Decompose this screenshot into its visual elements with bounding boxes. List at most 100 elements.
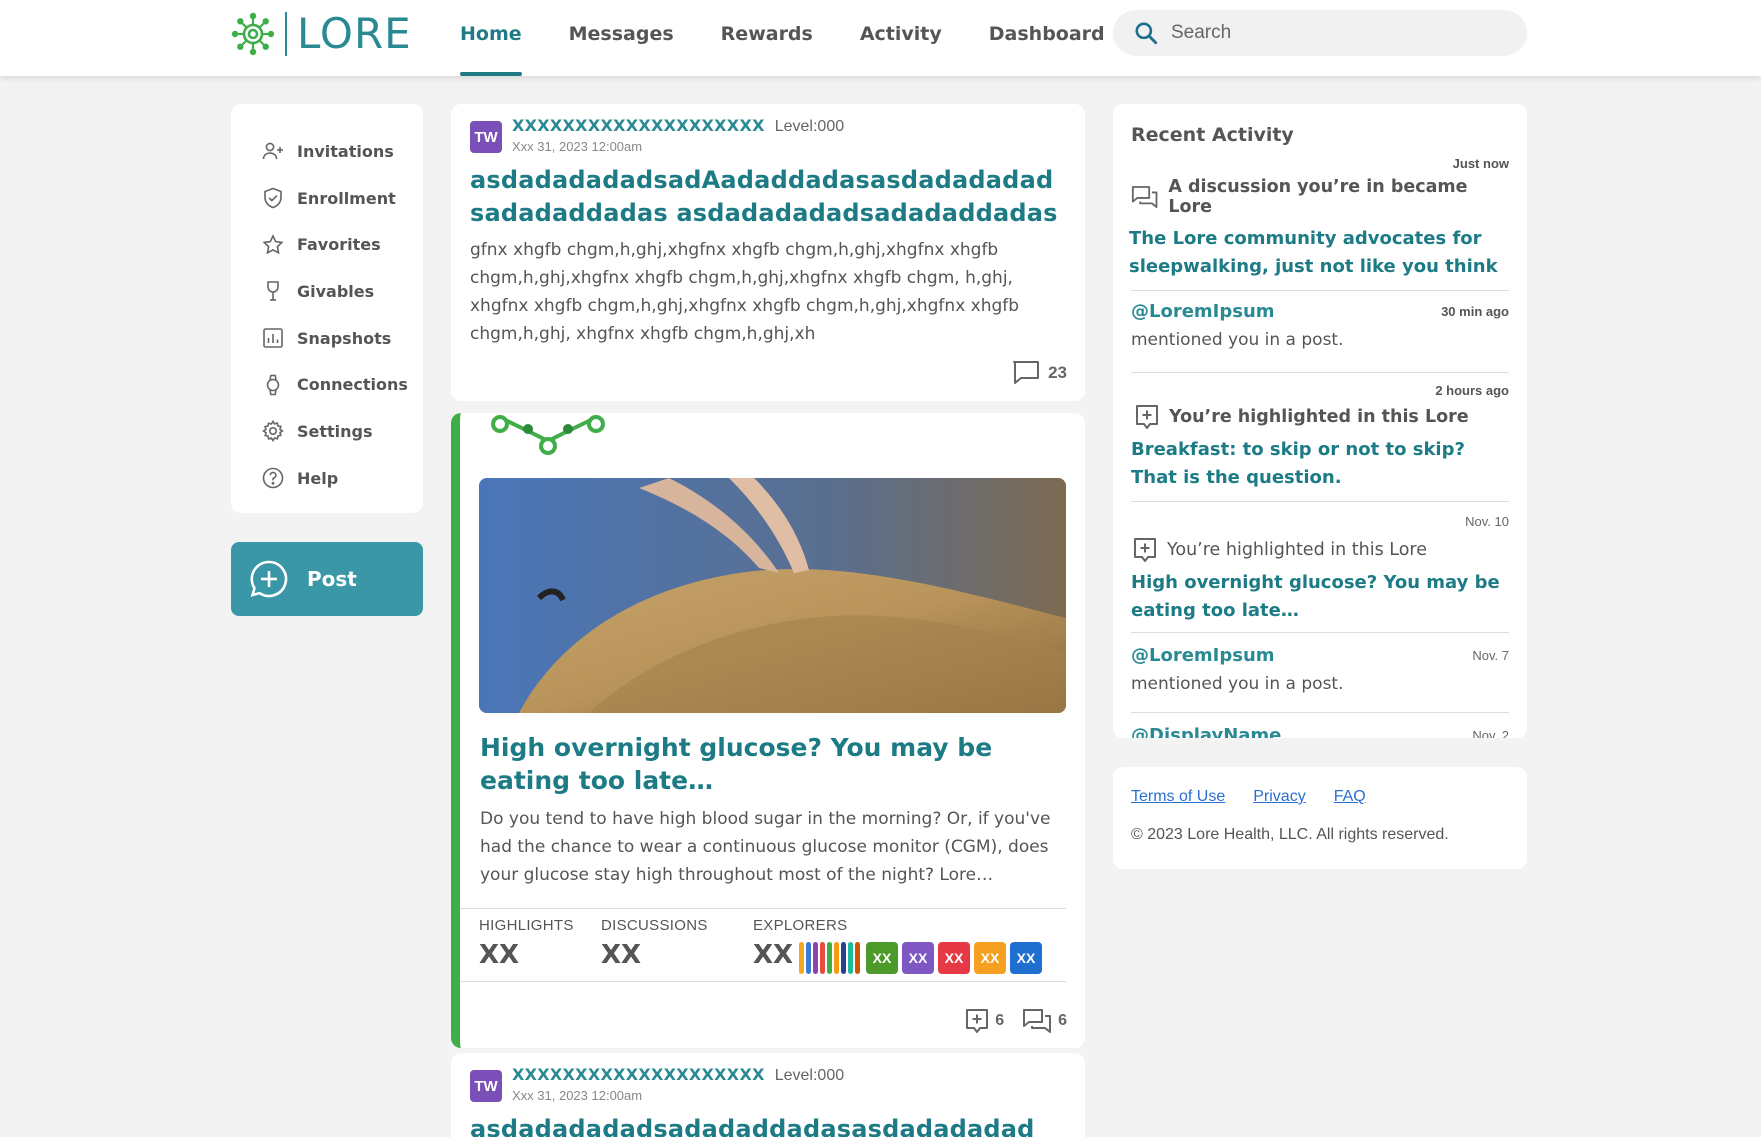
nav-dashboard[interactable]: Dashboard <box>989 0 1105 76</box>
explorer-avatar-stack <box>855 942 860 974</box>
post-author[interactable]: XXXXXXXXXXXXXXXXXXXX <box>512 116 765 135</box>
activity-user[interactable]: @LoremIpsum <box>1131 301 1275 322</box>
post-title[interactable]: asdadadadadsadadaddadasasdadadadad <box>470 1113 1067 1137</box>
logo-wordmark: LORE <box>297 9 412 58</box>
recent-activity-title: Recent Activity <box>1131 124 1294 146</box>
comment-button[interactable]: 23 <box>1012 360 1067 386</box>
activity-link[interactable]: High overnight glucose? You may be eatin… <box>1131 569 1509 625</box>
copyright-text: © 2023 Lore Health, LLC. All rights rese… <box>1131 826 1449 843</box>
explorer-avatar-stack <box>813 942 818 974</box>
activity-time: Nov. 10 <box>1465 514 1509 529</box>
activity-header: You’re highlighted in this Lore <box>1135 404 1509 430</box>
sidebar-item-favorites[interactable]: Favorites <box>231 221 423 268</box>
post-header: TW XXXXXXXXXXXXXXXXXXXX Level:000 Xxx 31… <box>470 1065 1067 1103</box>
sidebar-item-settings[interactable]: Settings <box>231 408 423 455</box>
footer-links: Terms of Use Privacy FAQ <box>1131 788 1509 806</box>
nav-activity[interactable]: Activity <box>860 0 942 76</box>
sidebar-item-enrollment[interactable]: Enrollment <box>231 175 423 222</box>
activity-item[interactable]: Just now A discussion you’re in became L… <box>1129 146 1509 291</box>
search-input[interactable] <box>1171 22 1511 44</box>
activity-message: mentioned you in a post. <box>1131 674 1344 694</box>
activity-item[interactable]: @DisplayName Nov. 2 <box>1131 713 1509 738</box>
activity-item[interactable]: Nov. 10 You’re highlighted in this Lore … <box>1131 502 1509 633</box>
sidebar-item-label: Favorites <box>297 235 381 255</box>
post-author[interactable]: XXXXXXXXXXXXXXXXXXXX <box>512 1065 765 1084</box>
explorer-avatar[interactable]: XX <box>902 942 934 974</box>
explorer-avatar-stack <box>834 942 839 974</box>
nav-messages[interactable]: Messages <box>569 0 674 76</box>
post-button[interactable]: Post <box>231 542 423 616</box>
shield-check-icon <box>260 185 286 211</box>
search-icon <box>1135 22 1158 45</box>
discussion-icon <box>1131 186 1158 208</box>
avatar[interactable]: TW <box>470 121 502 153</box>
sidebar-item-label: Invitations <box>297 141 394 161</box>
help-icon <box>260 465 286 491</box>
sidebar-menu: Invitations Enrollment Favorites Givable… <box>231 104 423 513</box>
activity-user[interactable]: @DisplayName <box>1131 725 1281 738</box>
discussion-button[interactable]: 6 <box>1022 1008 1067 1034</box>
lore-title[interactable]: High overnight glucose? You may be eatin… <box>480 731 1040 797</box>
terms-link[interactable]: Terms of Use <box>1131 788 1225 806</box>
activity-item[interactable]: @LoremIpsum 30 min ago mentioned you in … <box>1131 291 1509 373</box>
sidebar-item-label: Connections <box>297 375 408 395</box>
sidebar-item-connections[interactable]: Connections <box>231 361 423 408</box>
activity-time: Nov. 7 <box>1472 648 1509 663</box>
activity-item[interactable]: 2 hours ago You’re highlighted in this L… <box>1131 373 1509 502</box>
lore-cover-image <box>479 478 1066 713</box>
lore-excerpt: Do you tend to have high blood sugar in … <box>480 809 1051 885</box>
search-bar[interactable] <box>1113 10 1527 56</box>
feed-post[interactable]: TW XXXXXXXXXXXXXXXXXXXX Level:000 Xxx 31… <box>451 1053 1085 1137</box>
explorer-avatar-stack <box>806 942 811 974</box>
avatar[interactable]: TW <box>470 1070 502 1102</box>
main-nav: Home Messages Rewards Activity Dashboard <box>460 0 1152 76</box>
explorer-avatar[interactable]: XX <box>866 942 898 974</box>
sidebar-item-label: Settings <box>297 421 373 441</box>
sidebar-item-givables[interactable]: Givables <box>231 268 423 315</box>
activity-user[interactable]: @LoremIpsum <box>1131 645 1275 666</box>
feed-post[interactable]: TW XXXXXXXXXXXXXXXXXXXX Level:000 Xxx 31… <box>451 104 1085 401</box>
explorer-avatar[interactable]: XX <box>938 942 970 974</box>
explorer-avatar-stack <box>799 942 804 974</box>
trophy-icon <box>260 278 286 304</box>
post-meta: XXXXXXXXXXXXXXXXXXXX Level:000 Xxx 31, 2… <box>512 1065 844 1103</box>
add-person-icon <box>260 138 286 164</box>
logo-divider <box>285 12 287 56</box>
explorer-avatar[interactable]: XX <box>974 942 1006 974</box>
privacy-link[interactable]: Privacy <box>1253 788 1305 806</box>
star-icon <box>260 232 286 258</box>
sidebar-item-help[interactable]: Help <box>231 455 423 502</box>
lore-card[interactable]: High overnight glucose? You may be eatin… <box>451 413 1085 1048</box>
lore-stats: HIGHLIGHTS XX DISCUSSIONS XX EXPLORERS X… <box>460 908 1066 982</box>
activity-link[interactable]: Breakfast: to skip or not to skip? That … <box>1131 436 1509 492</box>
highlight-count: 6 <box>995 1012 1005 1029</box>
highlight-button[interactable]: 6 <box>965 1008 1004 1034</box>
stat-label: DISCUSSIONS <box>601 917 708 934</box>
activity-link[interactable]: The Lore community advocates for sleepwa… <box>1129 225 1509 281</box>
post-level: Level:000 <box>774 118 845 135</box>
activity-time: Just now <box>1452 156 1509 171</box>
explorer-avatars[interactable]: XX XX XX XX XX <box>799 942 1042 974</box>
activity-time: Nov. 2 <box>1472 728 1509 738</box>
nav-rewards[interactable]: Rewards <box>721 0 813 76</box>
discussion-icon <box>1023 1009 1052 1033</box>
lore-logo[interactable]: LORE <box>229 10 412 58</box>
activity-headline: You’re highlighted in this Lore <box>1167 540 1427 560</box>
footer-card: Terms of Use Privacy FAQ © 2023 Lore Hea… <box>1113 767 1527 869</box>
activity-item[interactable]: @LoremIpsum Nov. 7 mentioned you in a po… <box>1131 633 1509 713</box>
highlight-icon <box>1134 538 1156 562</box>
sidebar-item-invitations[interactable]: Invitations <box>231 128 423 175</box>
gear-icon <box>260 418 286 444</box>
stat-highlights: HIGHLIGHTS XX <box>479 917 574 970</box>
faq-link[interactable]: FAQ <box>1334 788 1366 806</box>
explorer-avatar-stack <box>820 942 825 974</box>
stat-value: XX <box>601 940 642 970</box>
activity-header: A discussion you’re in became Lore <box>1131 177 1509 217</box>
activity-headline: A discussion you’re in became Lore <box>1168 177 1468 217</box>
activity-header: You’re highlighted in this Lore <box>1133 537 1509 563</box>
sidebar-item-snapshots[interactable]: Snapshots <box>231 315 423 362</box>
stat-discussions: DISCUSSIONS XX <box>601 917 708 970</box>
explorer-avatar[interactable]: XX <box>1010 942 1042 974</box>
nav-home[interactable]: Home <box>460 0 522 76</box>
post-title[interactable]: asdadadadadsadAadaddadasasdadadadad sada… <box>470 164 1067 230</box>
